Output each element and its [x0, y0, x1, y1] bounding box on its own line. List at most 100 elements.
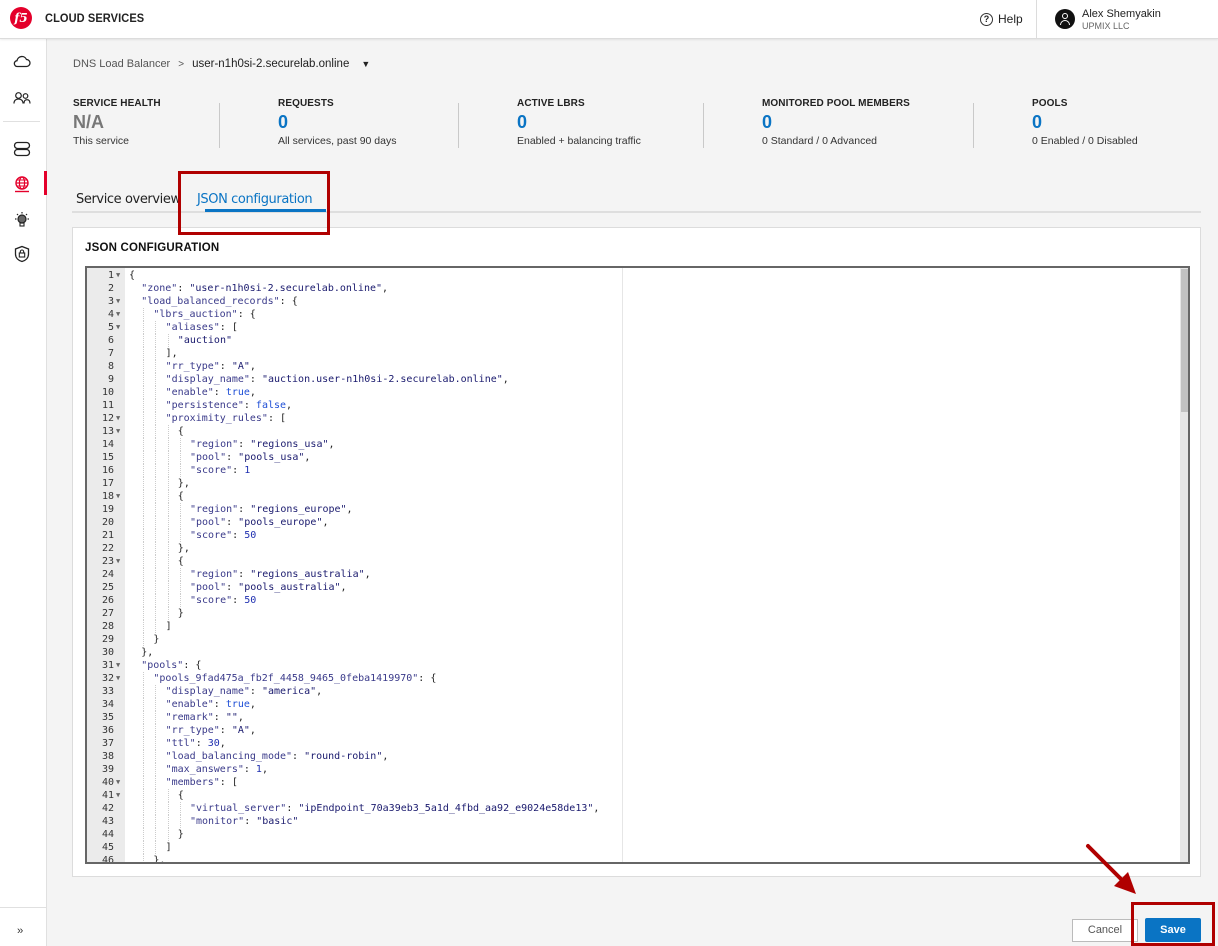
tab-service-overview[interactable]: Service overview — [76, 192, 181, 207]
code-line: 7], — [87, 347, 1188, 360]
fold-toggle-icon[interactable]: ▼ — [116, 269, 120, 282]
indent-guide — [155, 828, 157, 841]
indent-guide — [143, 750, 145, 763]
indent-guide — [179, 802, 181, 815]
sidebar: ›› — [0, 39, 47, 946]
code-line: 35 "remark": "", — [87, 711, 1188, 724]
indent-guide — [143, 607, 145, 620]
fold-toggle-icon[interactable]: ▼ — [116, 555, 120, 568]
line-number: 23 — [101, 556, 114, 567]
indent-guide — [167, 815, 169, 828]
indent-guide — [179, 438, 181, 451]
indent-guide — [167, 490, 169, 503]
zone-dropdown-caret-icon[interactable]: ▼ — [361, 59, 370, 69]
code-line: 12 ▼ "proximity_rules": [ — [87, 412, 1188, 425]
code-text: "display_name": "america", — [165, 686, 323, 697]
user-name[interactable]: Alex Shemyakin — [1082, 8, 1161, 20]
indent-guide — [167, 529, 169, 542]
stat-subtext: All services, past 90 days — [278, 135, 397, 147]
cancel-button[interactable]: Cancel — [1072, 919, 1138, 942]
code-text: "lbrs_auction": { — [153, 309, 256, 320]
line-number: 38 — [101, 751, 114, 762]
line-number: 43 — [101, 816, 114, 827]
indent-guide — [167, 334, 169, 347]
code-line: 17}, — [87, 477, 1188, 490]
code-line: 1 ▼ { — [87, 269, 1188, 282]
fold-toggle-icon[interactable]: ▼ — [116, 776, 120, 789]
indent-guide — [167, 477, 169, 490]
code-line: 34 "enable": true, — [87, 698, 1188, 711]
fold-toggle-icon[interactable]: ▼ — [116, 308, 120, 321]
indent-guide — [155, 425, 157, 438]
indent-guide — [143, 789, 145, 802]
indent-guide — [155, 555, 157, 568]
fold-toggle-icon[interactable]: ▼ — [116, 672, 120, 685]
indent-guide — [179, 529, 181, 542]
line-number: 26 — [101, 595, 114, 606]
indent-guide — [167, 542, 169, 555]
indent-guide — [179, 568, 181, 581]
help-link[interactable]: ? Help — [980, 12, 1023, 26]
indent-guide — [155, 711, 157, 724]
line-number: 16 — [101, 465, 114, 476]
code-text: }, — [177, 543, 190, 554]
editor-scrollbar[interactable] — [1180, 268, 1188, 862]
shield-lock-icon[interactable] — [12, 244, 32, 264]
code-text: "region": "regions_usa", — [190, 439, 335, 450]
indent-guide — [155, 490, 157, 503]
stat-label: POOLS — [1032, 98, 1068, 109]
code-text: "load_balanced_records": { — [141, 296, 298, 307]
annotation-highlight-save — [1131, 902, 1215, 946]
editor-scrollbar-thumb[interactable] — [1181, 269, 1188, 412]
indent-guide — [155, 685, 157, 698]
server-stack-icon[interactable] — [12, 139, 32, 159]
indent-guide — [143, 399, 145, 412]
fold-toggle-icon[interactable]: ▼ — [116, 789, 120, 802]
indent-guide — [167, 438, 169, 451]
expand-sidebar-icon[interactable]: ›› — [17, 925, 23, 937]
code-text: "pool": "pools_usa", — [190, 452, 311, 463]
annotation-highlight-tab — [178, 171, 330, 235]
fold-toggle-icon[interactable]: ▼ — [116, 490, 120, 503]
editor-lines: 1 ▼{2 "zone": "user-n1h0si-2.securelab.onl… — [87, 269, 1188, 862]
fold-toggle-icon[interactable]: ▼ — [116, 321, 120, 334]
sidebar-active-indicator — [44, 171, 47, 195]
code-text: ] — [165, 621, 172, 632]
indent-guide — [143, 581, 145, 594]
cloud-icon[interactable] — [12, 51, 32, 71]
fold-toggle-icon[interactable]: ▼ — [116, 412, 120, 425]
lightbulb-icon[interactable] — [12, 210, 32, 230]
indent-guide — [167, 503, 169, 516]
users-icon[interactable] — [12, 88, 32, 108]
stat-subtext: 0 Standard / 0 Advanced — [762, 135, 878, 147]
code-line: 14 "region": "regions_usa", — [87, 438, 1188, 451]
code-text: } — [177, 829, 184, 840]
fold-toggle-icon[interactable]: ▼ — [116, 659, 120, 672]
line-number: 8 — [107, 361, 114, 372]
indent-guide — [179, 451, 181, 464]
line-number: 35 — [101, 712, 114, 723]
indent-guide — [143, 815, 145, 828]
f5-logo-icon[interactable]: f5 — [10, 7, 32, 29]
indent-guide — [155, 620, 157, 633]
stat-subtext: 0 Enabled / 0 Disabled — [1032, 135, 1138, 147]
breadcrumb-root[interactable]: DNS Load Balancer — [73, 58, 170, 70]
stat-value: 0 — [517, 112, 528, 132]
code-line: 40 ▼ "members": [ — [87, 776, 1188, 789]
indent-guide — [143, 698, 145, 711]
indent-guide — [143, 308, 145, 321]
indent-guide — [143, 828, 145, 841]
line-number: 11 — [101, 400, 114, 411]
line-number: 44 — [101, 829, 114, 840]
line-number: 27 — [101, 608, 114, 619]
indent-guide — [155, 373, 157, 386]
indent-guide — [167, 802, 169, 815]
user-avatar-icon[interactable] — [1055, 9, 1075, 29]
fold-toggle-icon[interactable]: ▼ — [116, 295, 120, 308]
fold-toggle-icon[interactable]: ▼ — [116, 425, 120, 438]
code-text: ] — [165, 842, 172, 853]
indent-guide — [167, 555, 169, 568]
globe-icon[interactable] — [12, 174, 32, 194]
json-code-editor[interactable]: 1 ▼{2 "zone": "user-n1h0si-2.securelab.onl… — [85, 266, 1190, 864]
indent-guide — [143, 633, 145, 646]
